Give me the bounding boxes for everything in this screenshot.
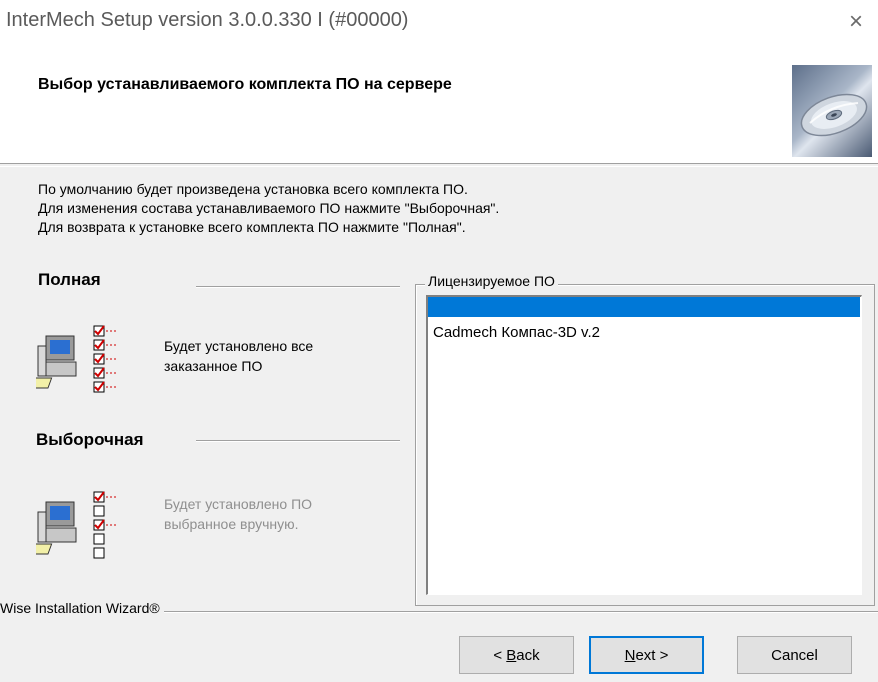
next-button[interactable]: Next >	[589, 636, 704, 674]
full-option-button[interactable]: Полная	[38, 270, 107, 290]
list-item-selected[interactable]	[428, 297, 860, 317]
full-option-description: Будет установлено все заказанное ПО	[164, 336, 313, 376]
header-panel: Выбор устанавливаемого комплекта ПО на с…	[0, 44, 878, 163]
computer-checklist-icon[interactable]	[17, 322, 120, 398]
next-button-mnemonic: N	[624, 646, 636, 664]
full-group-line	[196, 286, 400, 288]
custom-option-line: выбранное вручную.	[164, 516, 299, 532]
wizard-label: Wise Installation Wizard®	[0, 600, 164, 616]
description-line: Для возврата к установке всего комплекта…	[38, 219, 466, 235]
description-line: По умолчанию будет произведена установка…	[38, 181, 468, 197]
page-title: Выбор устанавливаемого комплекта ПО на с…	[38, 76, 452, 93]
back-button[interactable]: < Back	[459, 636, 574, 674]
computer-partial-checklist-icon[interactable]	[17, 488, 120, 564]
back-button-label: ack	[516, 646, 540, 664]
full-option-line: заказанное ПО	[164, 358, 263, 374]
list-item[interactable]: Cadmech Компас-3D v.2	[433, 324, 600, 341]
custom-group-line	[196, 440, 400, 442]
cancel-button-label: Cancel	[771, 646, 818, 664]
full-option-line: Будет установлено все	[164, 338, 314, 354]
licensed-group-legend: Лицензируемое ПО	[425, 273, 558, 289]
licensed-software-list[interactable]: Cadmech Компас-3D v.2	[426, 295, 862, 595]
header-separator	[0, 163, 878, 167]
description-text: По умолчанию будет произведена установка…	[38, 180, 499, 237]
cd-disc-icon	[792, 65, 872, 157]
description-line: Для изменения состава устанавливаемого П…	[38, 200, 500, 216]
next-button-label: ext >	[635, 646, 669, 664]
cancel-button[interactable]: Cancel	[737, 636, 852, 674]
custom-option-line: Будет установлено ПО	[164, 496, 313, 512]
close-button[interactable]: ×	[834, 0, 878, 44]
custom-option-button[interactable]: Выборочная	[36, 430, 150, 450]
title-bar: InterMech Setup version 3.0.0.330 I (#00…	[0, 0, 878, 44]
close-icon: ×	[848, 8, 863, 35]
back-button-prefix: <	[493, 646, 507, 664]
back-button-mnemonic: B	[506, 646, 517, 664]
window-title: InterMech Setup version 3.0.0.330 I (#00…	[6, 9, 409, 31]
custom-option-description: Будет установлено ПО выбранное вручную.	[164, 494, 312, 534]
